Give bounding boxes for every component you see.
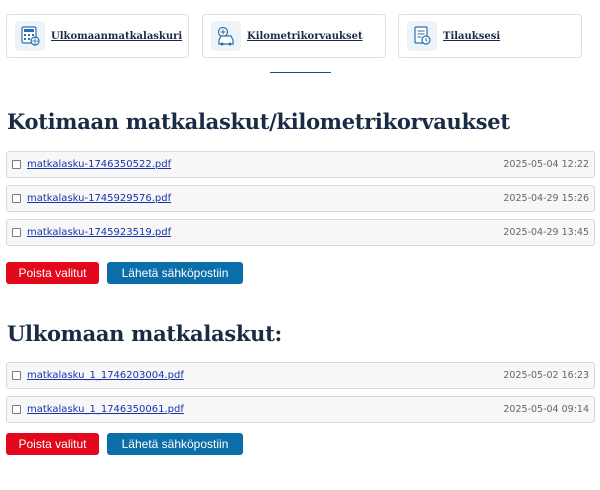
file-link[interactable]: matkalasku_1_1746203004.pdf bbox=[27, 370, 184, 381]
nav-cards: Ulkomaanmatkalaskuri Kilometrikorvaukset… bbox=[6, 14, 582, 58]
file-row: matkalasku-1745929576.pdf 2025-04-29 15:… bbox=[6, 185, 595, 212]
delete-selected-button[interactable]: Poista valitut bbox=[6, 262, 99, 284]
file-checkbox[interactable] bbox=[12, 405, 21, 414]
file-link[interactable]: matkalasku-1745929576.pdf bbox=[27, 193, 171, 204]
globe-calculator-icon bbox=[15, 21, 45, 51]
send-email-button[interactable]: Lähetä sähköpostiin bbox=[107, 433, 243, 455]
file-date: 2025-05-04 09:14 bbox=[503, 404, 589, 415]
nav-card-kilometrikorvaukset[interactable]: Kilometrikorvaukset bbox=[202, 14, 386, 58]
foreign-section-title: Ulkomaan matkalaskut: bbox=[7, 321, 282, 346]
car-calculator-icon bbox=[211, 21, 241, 51]
file-link[interactable]: matkalasku-1745923519.pdf bbox=[27, 227, 171, 238]
file-date: 2025-04-29 15:26 bbox=[503, 193, 589, 204]
file-row: matkalasku-1746350522.pdf 2025-05-04 12:… bbox=[6, 151, 595, 178]
section-divider bbox=[270, 72, 331, 73]
file-checkbox[interactable] bbox=[12, 371, 21, 380]
send-email-button[interactable]: Lähetä sähköpostiin bbox=[107, 262, 243, 284]
nav-card-label: Tilauksesi bbox=[443, 30, 501, 42]
file-row: matkalasku_1_1746203004.pdf 2025-05-02 1… bbox=[6, 362, 595, 389]
file-checkbox[interactable] bbox=[12, 228, 21, 237]
file-date: 2025-04-29 13:45 bbox=[503, 227, 589, 238]
nav-card-label: Ulkomaanmatkalaskuri bbox=[51, 30, 183, 42]
domestic-section-title: Kotimaan matkalaskut/kilometrikorvaukset bbox=[7, 109, 510, 134]
file-checkbox[interactable] bbox=[12, 160, 21, 169]
nav-card-tilauksesi[interactable]: Tilauksesi bbox=[398, 14, 582, 58]
order-document-icon bbox=[407, 21, 437, 51]
file-date: 2025-05-04 12:22 bbox=[503, 159, 589, 170]
file-link[interactable]: matkalasku-1746350522.pdf bbox=[27, 159, 171, 170]
file-date: 2025-05-02 16:23 bbox=[503, 370, 589, 381]
nav-card-label: Kilometrikorvaukset bbox=[247, 30, 363, 42]
file-checkbox[interactable] bbox=[12, 194, 21, 203]
delete-selected-button[interactable]: Poista valitut bbox=[6, 433, 99, 455]
file-link[interactable]: matkalasku_1_1746350061.pdf bbox=[27, 404, 184, 415]
nav-card-ulkomaanmatkalaskuri[interactable]: Ulkomaanmatkalaskuri bbox=[6, 14, 189, 58]
file-row: matkalasku-1745923519.pdf 2025-04-29 13:… bbox=[6, 219, 595, 246]
file-row: matkalasku_1_1746350061.pdf 2025-05-04 0… bbox=[6, 396, 595, 423]
